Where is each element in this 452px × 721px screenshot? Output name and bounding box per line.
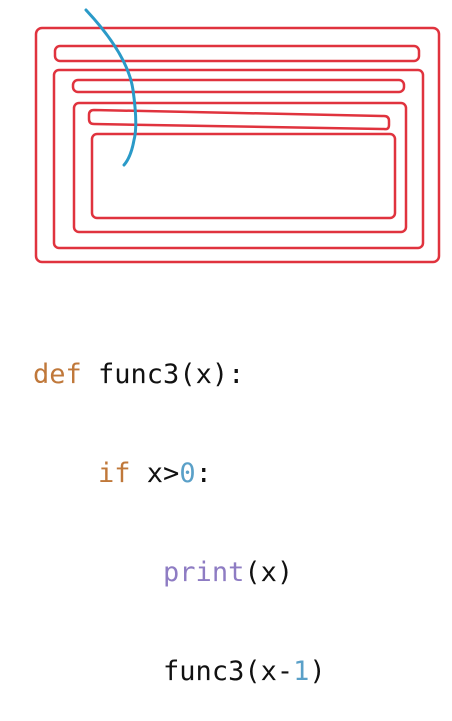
code-line-if: if x>0: <box>33 457 326 490</box>
keyword-if: if <box>98 458 131 489</box>
frame-3 <box>72 101 408 234</box>
function-signature: func3(x): <box>81 359 245 390</box>
keyword-def: def <box>33 359 82 390</box>
condition: x> <box>130 458 180 489</box>
number-literal: 1 <box>293 656 310 687</box>
print-args: (x) <box>244 557 294 588</box>
frame-1-print-bar <box>53 44 421 63</box>
recursive-call: func3(x- <box>163 656 294 687</box>
code-line-def: def func3(x): <box>33 358 326 391</box>
builtin-print: print <box>163 557 245 588</box>
hand-drawn-curve <box>84 8 138 167</box>
recursion-nesting-diagram <box>34 8 441 264</box>
frame-4 <box>90 132 397 220</box>
number-literal: 0 <box>179 458 196 489</box>
frame-outer <box>34 26 441 264</box>
colon: : <box>195 458 212 489</box>
frame-2-print-bar <box>71 78 406 94</box>
frame-2 <box>52 68 425 250</box>
code-line-recursive-call: func3(x-1) <box>33 655 326 688</box>
code-line-print: print(x) <box>33 556 326 589</box>
code-block: def func3(x): if x>0: print(x) func3(x-1… <box>33 292 326 721</box>
close-paren: ) <box>309 656 326 687</box>
